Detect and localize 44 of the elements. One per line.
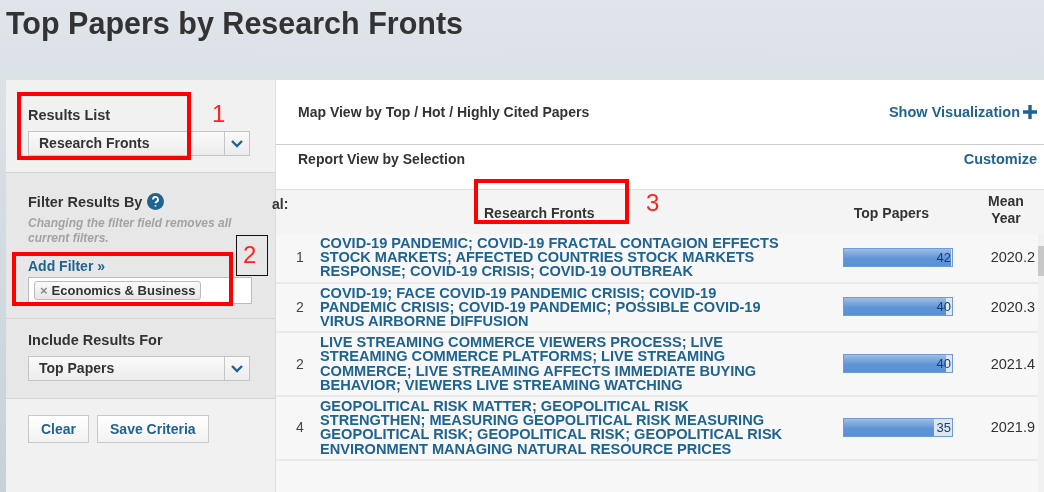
research-front-link[interactable]: LIVE STREAMING COMMERCE VIEWERS PROCESS; LIVE STREAMING COMMERCE PLATFORMS; LIVE STREAMING COMMERCE; LIVE STREAMING AFFECTS IMMEDIATE BUYING BEHAVIOR; VIEWERS LIVE STREAMING WATCHING	[320, 335, 825, 393]
filter-chip[interactable]: × Economics & Business	[34, 281, 202, 300]
research-front-link[interactable]: COVID-19; FACE COVID-19 PANDEMIC CRISIS; COVID-19 PANDEMIC CRISIS; COVID-19 PANDEMIC; POSSIBLE COVID-19 VIRUS AIRBORNE DIFFUSION	[320, 285, 825, 329]
caret-icon	[231, 364, 243, 373]
research-front-link[interactable]: COVID-19 PANDEMIC; COVID-19 FRACTAL CONTAGION EFFECTS STOCK MARKETS; AFFECTED COUNTRIES STOCK MARKETS RESPONSE; COVID-19 CRISIS; COVID-19 OUTBREAK	[320, 236, 825, 279]
annotation-number: 2	[243, 241, 257, 269]
rank-cell-text: 4	[295, 419, 305, 436]
help-icon[interactable]	[147, 193, 165, 210]
results-list-label: Results List	[28, 107, 111, 123]
caret-icon	[231, 139, 243, 148]
annotation-frame	[236, 235, 268, 276]
filter-results-label: Filter Results By	[28, 193, 143, 210]
column-header: al:	[272, 195, 290, 214]
results-list-dropdown[interactable]: Research Fronts	[28, 131, 250, 156]
plus-icon[interactable]	[1023, 105, 1037, 119]
customize-link[interactable]: Customize	[963, 151, 1037, 167]
scrollbar[interactable]	[1038, 234, 1044, 492]
mean-year-cell-text: 2021.4	[989, 355, 1035, 372]
column-header[interactable]: Top Papers	[803, 190, 929, 234]
sidebar-button[interactable]: Clear	[28, 415, 90, 443]
show-visualization-link[interactable]: Show Visualization	[888, 104, 1020, 120]
papers-count: 35	[936, 419, 951, 435]
add-filter-link[interactable]: Add Filter »	[28, 258, 105, 274]
papers-count: 42	[936, 249, 951, 265]
rank-cell-text: 2	[295, 298, 305, 315]
include-results-dropdown[interactable]: Top Papers	[28, 356, 250, 381]
filter-field[interactable]: × Economics & Business	[28, 277, 252, 304]
mean-year-cell-text: 2020.3	[989, 298, 1035, 315]
column-header[interactable]: Mean Year	[984, 190, 1028, 234]
filter-hint-text: Changing the filter field removes all current filters.	[28, 216, 233, 246]
report-view-title: Report View by Selection	[298, 151, 465, 167]
include-results-label: Include Results For	[28, 332, 163, 348]
sidebar-button[interactable]: Save Criteria	[97, 415, 209, 443]
mean-year-cell-text: 2021.9	[989, 419, 1035, 436]
mean-year-cell-text: 2020.2	[989, 249, 1035, 266]
research-front-link[interactable]: GEOPOLITICAL RISK MATTER; GEOPOLITICAL RISK STRENGTHEN; MEASURING GEOPOLITICAL RISK MEASURING GEOPOLITICAL RISK; GEOPOLITICAL RISK; GEOPOLITICAL RISK ENVIRONMENT MANAGING NATURAL RESOURCE PRICES	[320, 399, 825, 456]
rank-cell-text: 2	[295, 355, 305, 372]
annotation-number: 1	[212, 100, 226, 128]
column-header[interactable]: Research Fronts	[484, 190, 595, 234]
rank-cell-text: 1	[295, 249, 305, 266]
page-title: Top Papers by Research Fronts	[5, 5, 464, 43]
chip-label: Economics & Business	[51, 283, 196, 298]
annotation-number: 3	[646, 189, 660, 217]
map-view-title: Map View by Top / Hot / Highly Cited Papers	[298, 104, 590, 120]
